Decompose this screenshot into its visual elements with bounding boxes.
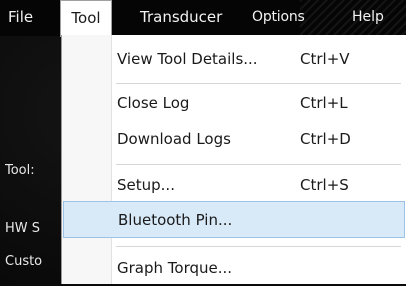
custom-field-label: Custo	[5, 254, 43, 269]
tool-menu-dropdown: View Tool Details... Ctrl+V Close Log Ct…	[61, 35, 406, 284]
menu-item-close-log[interactable]: Close Log Ctrl+L	[62, 85, 406, 121]
menu-item-label: Bluetooth Pin...	[118, 211, 233, 229]
menu-separator	[116, 164, 401, 165]
menu-item-shortcut: Ctrl+V	[300, 50, 350, 68]
menu-help[interactable]: Help	[352, 0, 384, 36]
menu-tool[interactable]: Tool	[60, 0, 112, 37]
menu-item-download-logs[interactable]: Download Logs Ctrl+D	[62, 121, 406, 157]
tool-field-label: Tool:	[5, 163, 35, 178]
menu-options[interactable]: Options	[252, 0, 305, 36]
menu-item-graph-torque[interactable]: Graph Torque...	[62, 250, 406, 286]
menu-transducer[interactable]: Transducer	[140, 0, 222, 36]
menu-item-label: Close Log	[117, 94, 190, 112]
menu-item-shortcut: Ctrl+L	[300, 94, 348, 112]
hw-field-label: HW S	[5, 221, 41, 236]
menu-item-shortcut: Ctrl+D	[300, 130, 351, 148]
menu-file[interactable]: File	[8, 0, 33, 36]
menu-item-view-tool-details[interactable]: View Tool Details... Ctrl+V	[62, 41, 406, 77]
menu-item-label: Download Logs	[117, 130, 231, 148]
menu-item-bluetooth-pin[interactable]: Bluetooth Pin...	[63, 201, 405, 238]
menu-item-shortcut: Ctrl+S	[300, 176, 349, 194]
menu-bar: File Tool Transducer Options Help	[0, 0, 406, 37]
menu-separator	[116, 246, 401, 247]
menu-item-label: View Tool Details...	[117, 50, 258, 68]
menu-item-setup[interactable]: Setup... Ctrl+S	[62, 167, 406, 203]
menu-separator	[116, 83, 401, 84]
menu-item-label: Graph Torque...	[117, 259, 233, 277]
menu-item-label: Setup...	[117, 176, 175, 194]
